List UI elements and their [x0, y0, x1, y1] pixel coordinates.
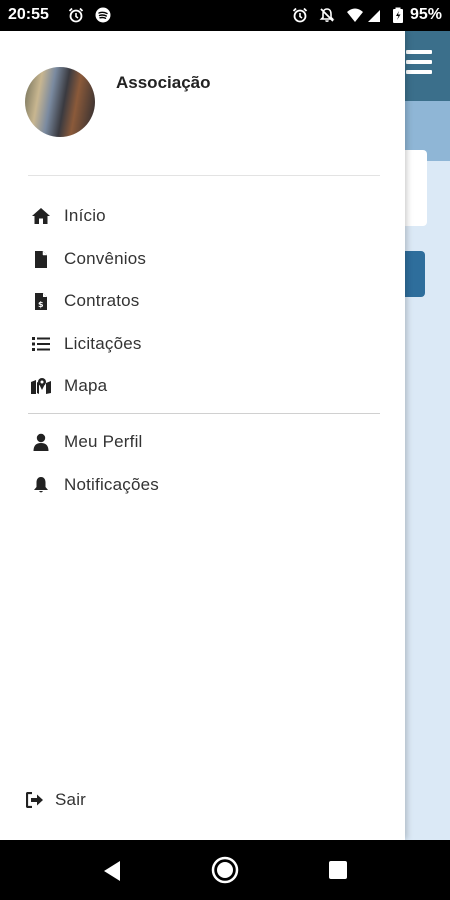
- contract-icon: $: [30, 290, 52, 312]
- signal-icon: [368, 10, 380, 22]
- wifi-icon: [347, 8, 363, 22]
- spotify-icon: [95, 7, 111, 23]
- navigation-drawer: Associação Início Convênios $ Contratos …: [0, 31, 405, 840]
- menu-item-mapa[interactable]: Mapa: [30, 369, 380, 403]
- battery-icon: [393, 7, 403, 23]
- logout-button[interactable]: Sair: [24, 783, 374, 817]
- menu-label: Mapa: [64, 376, 108, 395]
- home-button-icon[interactable]: [211, 856, 239, 884]
- menu-item-notificacoes[interactable]: Notificações: [30, 468, 380, 502]
- menu-label: Contratos: [64, 291, 140, 310]
- list-icon: [30, 333, 52, 355]
- recent-apps-icon[interactable]: [328, 860, 348, 880]
- menu-label: Licitações: [64, 334, 142, 353]
- menu-icon[interactable]: [406, 50, 432, 74]
- menu-item-contratos[interactable]: $ Contratos: [30, 284, 380, 318]
- menu-label: Convênios: [64, 249, 147, 268]
- menu-item-licitacoes[interactable]: Licitações: [30, 327, 380, 361]
- status-bar: 20:55 95%: [0, 0, 450, 31]
- map-icon: [30, 375, 52, 397]
- app-button[interactable]: [405, 251, 425, 297]
- app-card: [405, 150, 427, 226]
- back-icon[interactable]: [102, 860, 122, 882]
- menu-item-inicio[interactable]: Início: [30, 199, 380, 233]
- alarm-icon: [292, 7, 308, 23]
- menu-label: Notificações: [64, 475, 159, 494]
- menu-item-convenios[interactable]: Convênios: [30, 242, 380, 276]
- sign-out-icon: [24, 789, 46, 811]
- notifications-off-icon: [319, 8, 335, 22]
- user-icon: [30, 431, 52, 453]
- menu-label: Meu Perfil: [64, 432, 143, 451]
- menu-item-meu-perfil[interactable]: Meu Perfil: [30, 425, 380, 459]
- menu-label: Início: [64, 206, 106, 225]
- battery-percent: 95%: [409, 6, 442, 23]
- profile-name: Associação: [116, 73, 211, 92]
- svg-text:$: $: [38, 300, 44, 309]
- avatar[interactable]: [25, 67, 95, 137]
- document-icon: [30, 248, 52, 270]
- status-time: 20:55: [8, 6, 49, 23]
- home-icon: [30, 205, 52, 227]
- bell-icon: [30, 474, 52, 496]
- alarm-icon: [68, 7, 84, 23]
- system-navigation-bar: [0, 840, 450, 900]
- divider: [28, 175, 380, 176]
- logout-label: Sair: [55, 790, 87, 809]
- divider: [28, 413, 380, 414]
